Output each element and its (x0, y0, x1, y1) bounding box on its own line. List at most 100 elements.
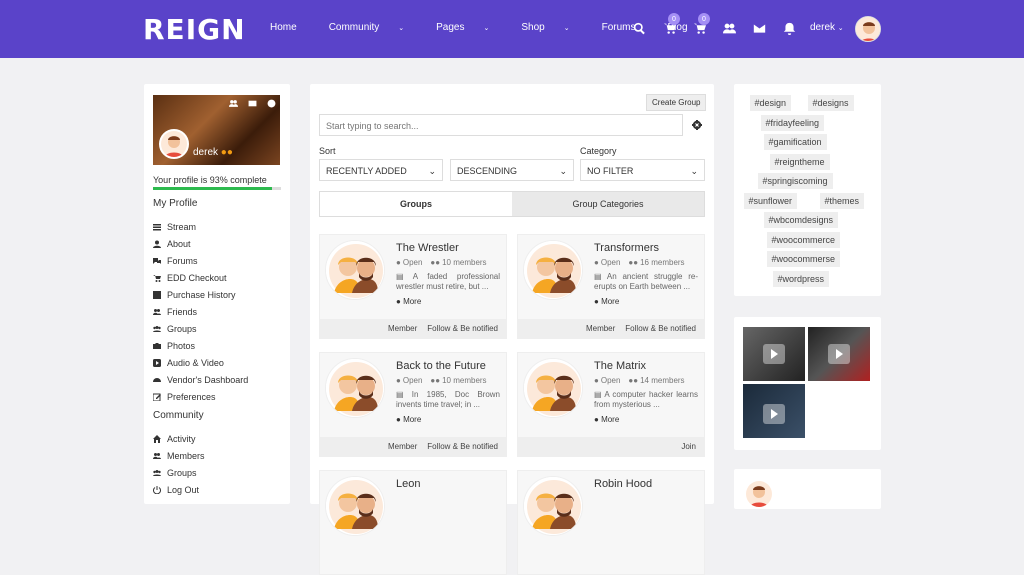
video-thumbnail[interactable] (743, 384, 805, 438)
tag-item[interactable]: #themes (819, 192, 865, 209)
nav-home[interactable]: Home (270, 22, 313, 33)
group-name[interactable]: Transformers (594, 242, 659, 254)
nav-community[interactable]: Community ⌄ (329, 22, 420, 33)
group-name[interactable]: Back to the Future (396, 360, 486, 372)
menu-label: Audio & Video (167, 357, 224, 368)
nav-pages[interactable]: Pages ⌄ (436, 22, 505, 33)
group-action-button[interactable]: Member (388, 324, 417, 333)
menu-label: About (167, 238, 191, 249)
group-avatar[interactable] (325, 476, 385, 536)
more-link[interactable]: ● More (594, 415, 619, 424)
nav-label: Home (270, 22, 297, 33)
group-search-input[interactable]: Start typing to search... (319, 114, 683, 136)
nav-shop[interactable]: Shop ⌄ (521, 22, 585, 33)
user-menu[interactable]: derek ⌄ (810, 22, 844, 33)
group-card[interactable]: The Matrix ● Open ●● 14 members ▤ A computer … (517, 352, 705, 457)
tag-item[interactable]: #wordpress (772, 270, 830, 287)
profile-name[interactable]: derek ●● (193, 147, 233, 158)
site-logo[interactable]: REIGN (143, 13, 246, 46)
group-action-button[interactable]: Join (681, 442, 696, 451)
sort-select[interactable]: RECENTLY ADDED ⌄ (319, 159, 443, 181)
friends-icon (153, 308, 161, 315)
group-card[interactable]: Leon (319, 470, 507, 575)
description-icon: ▤ (594, 390, 605, 399)
group-card[interactable]: Robin Hood (517, 470, 705, 575)
tag-item[interactable]: #woocommerse (766, 251, 841, 267)
group-description-text: An ancient struggle re-erupts on Earth b… (594, 272, 698, 291)
tag-item[interactable]: #gamification (763, 134, 827, 150)
avatar[interactable] (855, 16, 881, 42)
mail-icon[interactable] (744, 18, 774, 38)
gear-icon[interactable] (692, 120, 702, 130)
group-name[interactable]: The Wrestler (396, 242, 459, 254)
tab-group-categories[interactable]: Group Categories (512, 192, 704, 216)
tab-groups[interactable]: Groups (320, 192, 512, 216)
friends-icon[interactable] (229, 99, 238, 108)
order-select[interactable]: DESCENDING ⌄ (450, 159, 574, 181)
more-link[interactable]: ● More (594, 297, 619, 306)
group-name[interactable]: Robin Hood (594, 478, 652, 490)
tag-item[interactable]: #designs (807, 95, 854, 111)
group-action-button[interactable]: Follow & Be notified (427, 442, 498, 451)
menu-members[interactable]: Members (153, 447, 205, 464)
group-card[interactable]: Transformers ● Open ●● 16 members ▤ An ancien… (517, 234, 705, 339)
tag-item[interactable]: #sunflower (743, 192, 798, 209)
menu-friends[interactable]: Friends (153, 303, 248, 320)
menu-photos[interactable]: Photos (153, 337, 248, 354)
avatar[interactable] (746, 481, 772, 507)
avatar[interactable] (159, 129, 189, 159)
group-card[interactable]: The Wrestler ● Open ●● 10 members ▤ A faded p… (319, 234, 507, 339)
tag-item[interactable]: #reigntheme (769, 153, 830, 170)
group-avatar[interactable] (523, 476, 583, 536)
more-link[interactable]: ● More (396, 415, 421, 424)
menu-groups[interactable]: Groups (153, 320, 248, 337)
group-action-button[interactable]: Member (388, 442, 417, 451)
cart-icon[interactable]: 0 (654, 13, 684, 38)
group-action-button[interactable]: Follow & Be notified (625, 324, 696, 333)
group-name[interactable]: The Matrix (594, 360, 646, 372)
group-name[interactable]: Leon (396, 478, 420, 490)
tag-item[interactable]: #design (749, 95, 792, 111)
search-icon[interactable] (624, 18, 654, 38)
group-card[interactable]: Back to the Future ● Open ●● 10 members ▤ In … (319, 352, 507, 457)
menu-community-groups[interactable]: Groups (153, 464, 205, 481)
cart-icon-2[interactable]: 0 (684, 13, 714, 38)
menu-edd-checkout[interactable]: EDD Checkout (153, 269, 248, 286)
menu-preferences[interactable]: Preferences (153, 388, 248, 405)
more-link[interactable]: ● More (396, 297, 421, 306)
menu-about[interactable]: About (153, 235, 248, 252)
group-action-button[interactable]: Follow & Be notified (427, 324, 498, 333)
group-avatar[interactable] (523, 240, 583, 300)
badge-icon: ●● (220, 147, 233, 158)
create-group-button[interactable]: Create Group (646, 94, 707, 111)
menu-label: Vendor's Dashboard (167, 374, 249, 385)
menu-stream[interactable]: Stream (153, 218, 248, 235)
bell-icon[interactable] (774, 18, 804, 38)
menu-audio-video[interactable]: Audio & Video (153, 354, 248, 371)
menu-logout[interactable]: Log Out (153, 481, 205, 498)
group-action-button[interactable]: Member (586, 324, 615, 333)
menu-vendor-dashboard[interactable]: Vendor's Dashboard (153, 371, 248, 388)
mail-icon[interactable] (248, 99, 257, 108)
tag-item[interactable]: #woocommerce (766, 231, 841, 248)
group-avatar[interactable] (523, 358, 583, 418)
menu-label: Forums (167, 255, 198, 266)
category-select[interactable]: NO FILTER ⌄ (580, 159, 705, 181)
globe-icon: ● (594, 376, 599, 385)
sort-select-value: RECENTLY ADDED (326, 166, 407, 176)
globe-icon[interactable] (267, 99, 276, 108)
menu-purchase-history[interactable]: Purchase History (153, 286, 248, 303)
group-avatar[interactable] (325, 358, 385, 418)
menu-activity[interactable]: Activity (153, 430, 205, 447)
video-thumbnail[interactable] (808, 327, 870, 381)
order-select-value: DESCENDING (457, 166, 518, 176)
friends-icon[interactable] (714, 18, 744, 38)
nav-label: Community (328, 22, 380, 33)
group-avatar[interactable] (325, 240, 385, 300)
tag-item[interactable]: #springiscoming (757, 173, 833, 189)
tag-item[interactable]: #fridayfeeling (760, 114, 825, 131)
tag-item[interactable]: #wbcomdesigns (763, 212, 839, 228)
menu-forums[interactable]: Forums (153, 252, 248, 269)
video-thumbnail[interactable] (743, 327, 805, 381)
nav-label: Pages (436, 22, 465, 33)
